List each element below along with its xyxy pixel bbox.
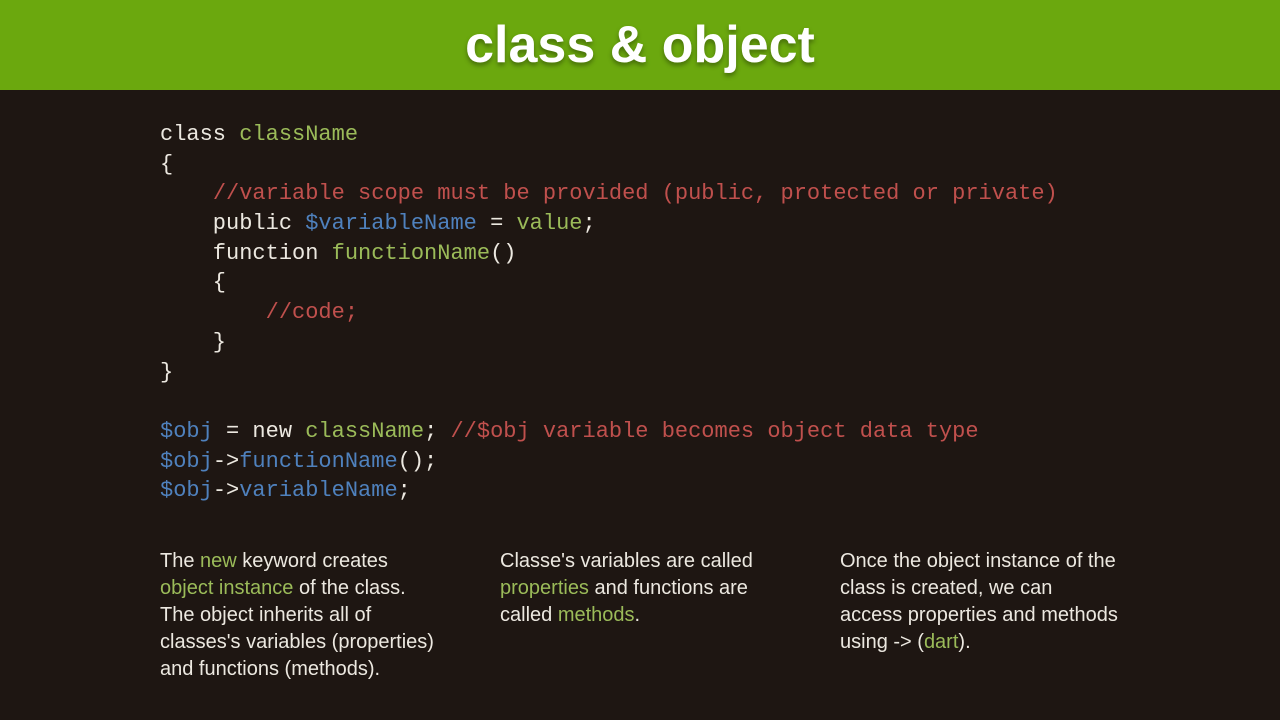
code-variable: $obj <box>160 419 213 444</box>
code-text: () <box>490 241 516 266</box>
code-keyword: class <box>160 122 239 147</box>
code-comment: //variable scope must be provided (publi… <box>213 181 1058 206</box>
code-variable: $obj <box>160 449 213 474</box>
code-variable: $obj <box>160 478 213 503</box>
description-column-1: The new keyword creates object instance … <box>160 548 440 683</box>
code-brace: { <box>160 270 226 295</box>
code-text: public <box>160 211 305 236</box>
code-text: ; <box>424 419 450 444</box>
code-text: = <box>477 211 517 236</box>
desc-text: The <box>160 550 200 572</box>
slide-header: class & object <box>0 0 1280 90</box>
code-brace: { <box>160 152 173 177</box>
code-text: function <box>160 241 332 266</box>
desc-highlight: new <box>200 550 237 572</box>
code-text: ; <box>583 211 596 236</box>
code-brace: } <box>160 360 173 385</box>
code-text: = new <box>213 419 305 444</box>
code-variable: $variableName <box>305 211 477 236</box>
code-comment: //$obj variable becomes object data type <box>450 419 978 444</box>
code-text: (); <box>398 449 438 474</box>
code-text: -> <box>213 449 239 474</box>
code-member: functionName <box>239 449 397 474</box>
desc-text: Once the object instance of the class is… <box>840 550 1118 653</box>
code-brace: } <box>160 330 226 355</box>
code-text: ; <box>398 478 411 503</box>
code-classname: className <box>239 122 358 147</box>
desc-text: ). <box>958 631 970 653</box>
code-text: -> <box>213 478 239 503</box>
slide-content: class className { //variable scope must … <box>0 90 1280 683</box>
code-classname: className <box>305 419 424 444</box>
description-columns: The new keyword creates object instance … <box>160 548 1120 683</box>
code-indent <box>160 181 213 206</box>
desc-highlight: properties <box>500 577 589 599</box>
desc-text: . <box>635 604 641 626</box>
slide-title: class & object <box>465 15 815 75</box>
desc-highlight: methods <box>558 604 635 626</box>
desc-highlight: object instance <box>160 577 293 599</box>
desc-text: Classe's variables are called <box>500 550 753 572</box>
code-indent <box>160 300 266 325</box>
code-member: variableName <box>239 478 397 503</box>
description-column-3: Once the object instance of the class is… <box>840 548 1120 683</box>
code-comment: //code; <box>266 300 358 325</box>
desc-highlight: dart <box>924 631 958 653</box>
desc-text: keyword creates <box>237 550 388 572</box>
code-function: functionName <box>332 241 490 266</box>
description-column-2: Classe's variables are called properties… <box>500 548 780 683</box>
code-value: value <box>516 211 582 236</box>
code-block: class className { //variable scope must … <box>160 120 1120 506</box>
